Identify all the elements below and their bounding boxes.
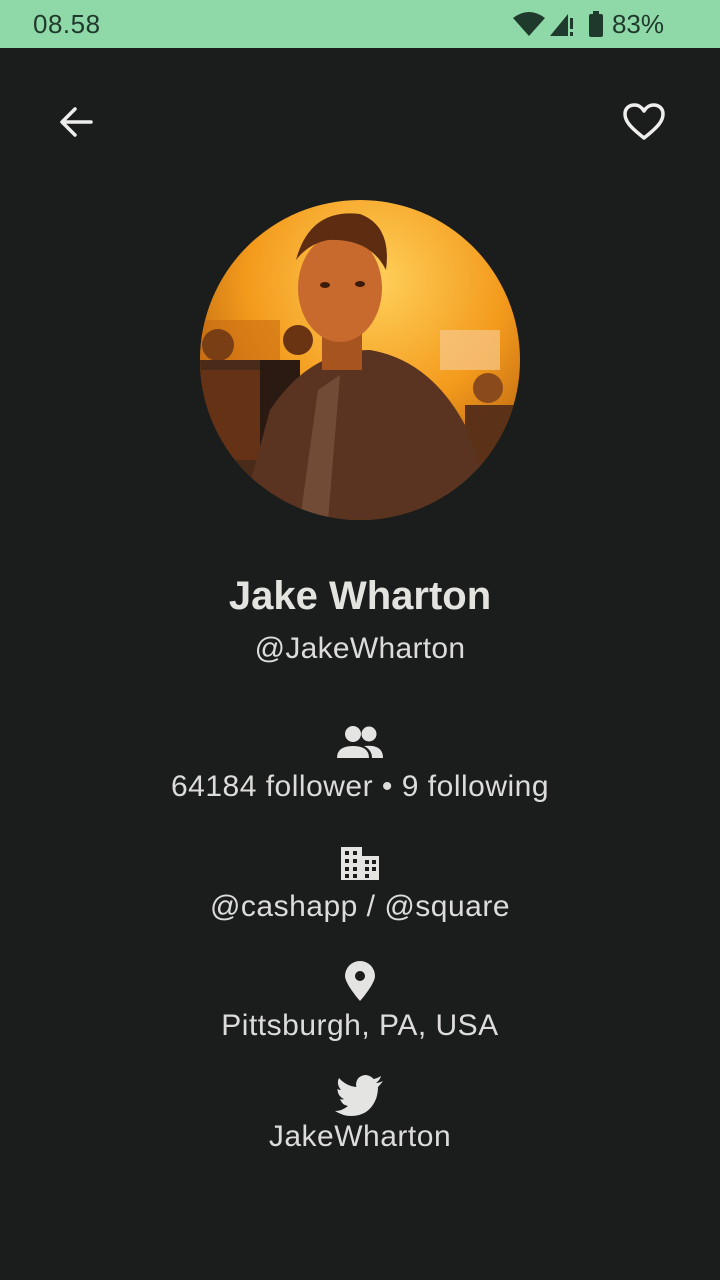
profile-name: Jake Wharton: [228, 574, 492, 618]
arrow-back-icon: [58, 104, 94, 145]
avatar: [200, 200, 520, 520]
twitter-icon: [334, 1073, 386, 1119]
favorite-button[interactable]: [612, 92, 676, 156]
company-text: @cashapp / @square: [209, 890, 511, 923]
wifi-icon: [512, 10, 546, 38]
battery-percentage: 83%: [611, 8, 664, 39]
battery-icon: [588, 10, 604, 38]
profile-username: @JakeWharton: [254, 632, 466, 665]
twitter-handle-text[interactable]: JakeWharton: [0, 1120, 720, 1154]
status-bar: 08.58 83%: [0, 0, 720, 48]
followers-following-text: 64184 follower • 9 following: [170, 770, 550, 803]
location-pin-icon: [334, 958, 386, 1004]
signal-icon: [548, 10, 576, 38]
status-time: 08.58: [33, 9, 101, 39]
back-button[interactable]: [44, 92, 108, 156]
people-icon: [334, 720, 386, 764]
status-icons: 83%: [512, 8, 664, 39]
location-text: Pittsburgh, PA, USA: [221, 1009, 499, 1042]
heart-outline-icon: [622, 102, 666, 147]
building-icon: [334, 840, 386, 884]
